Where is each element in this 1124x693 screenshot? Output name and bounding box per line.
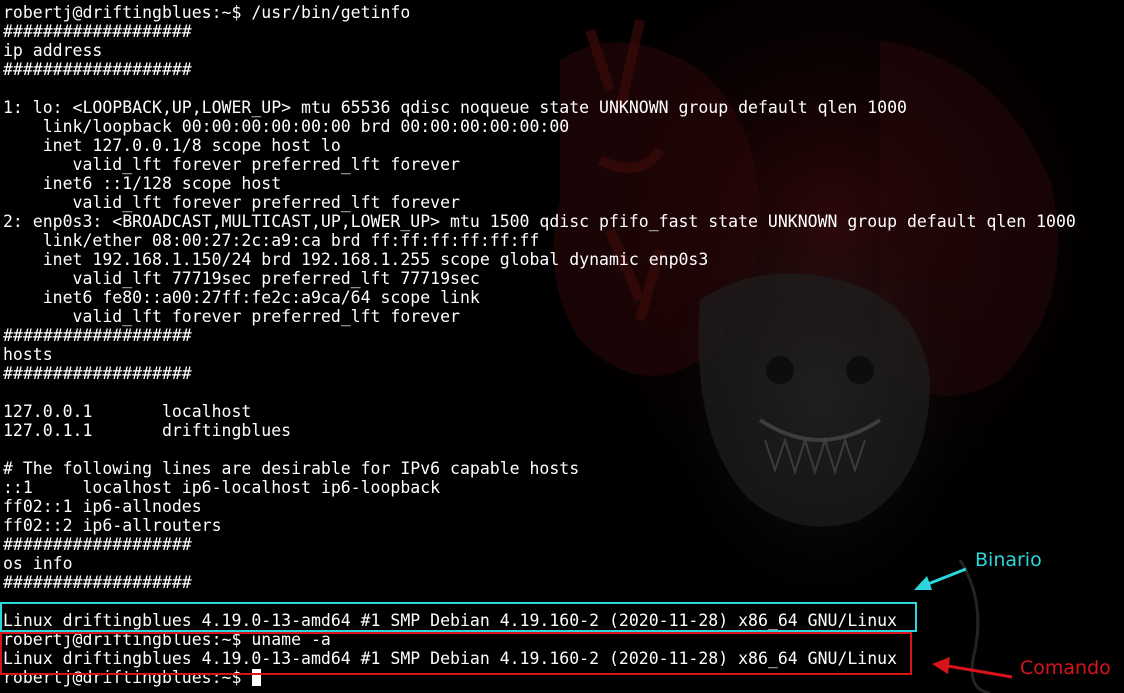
terminal-line-text: inet6 fe80::a00:27ff:fe2c:a9ca/64 scope … [3,288,480,307]
terminal-line-text: Linux driftingblues 4.19.0-13-amd64 #1 S… [3,611,898,630]
terminal-line-text: inet 127.0.0.1/8 scope host lo [3,136,341,155]
terminal-line: valid_lft forever preferred_lft forever [3,193,1076,212]
terminal-line: 2: enp0s3: <BROADCAST,MULTICAST,UP,LOWER… [3,212,1076,231]
terminal-line-text: ff02::2 ip6-allrouters [3,516,222,535]
terminal-line: ################### [3,573,1076,592]
terminal-line-text: os info [3,554,73,573]
terminal-line-text: ::1 localhost ip6-localhost ip6-loopback [3,478,441,497]
terminal-line: ################### [3,60,1076,79]
terminal-line: inet6 ::1/128 scope host [3,174,1076,193]
terminal-line: ff02::1 ip6-allnodes [3,497,1076,516]
terminal-line-text: ################### [3,22,192,41]
terminal-line: inet6 fe80::a00:27ff:fe2c:a9ca/64 scope … [3,288,1076,307]
terminal-line: link/loopback 00:00:00:00:00:00 brd 00:0… [3,117,1076,136]
terminal-line-text: ff02::1 ip6-allnodes [3,497,202,516]
terminal-line: 1: lo: <LOOPBACK,UP,LOWER_UP> mtu 65536 … [3,98,1076,117]
terminal-line-text: valid_lft 77719sec preferred_lft 77719se… [3,269,480,288]
terminal-line: inet 192.168.1.150/24 brd 192.168.1.255 … [3,250,1076,269]
terminal-line-text: # The following lines are desirable for … [3,459,580,478]
terminal-line: robertj@driftingblues:~$ /usr/bin/getinf… [3,3,1076,22]
terminal-line: robertj@driftingblues:~$ uname -a [3,630,1076,649]
terminal-line: os info [3,554,1076,573]
terminal-line-text: valid_lft forever preferred_lft forever [3,307,460,326]
terminal-line: Linux driftingblues 4.19.0-13-amd64 #1 S… [3,649,1076,668]
terminal-line: valid_lft forever preferred_lft forever [3,307,1076,326]
terminal-line: ################### [3,326,1076,345]
terminal-line: 127.0.0.1 localhost [3,402,1076,421]
terminal-line-text: 1: lo: <LOOPBACK,UP,LOWER_UP> mtu 65536 … [3,98,907,117]
terminal-line-text: 127.0.0.1 localhost [3,402,252,421]
terminal-line: valid_lft forever preferred_lft forever [3,155,1076,174]
terminal-line: ip address [3,41,1076,60]
terminal-line: link/ether 08:00:27:2c:a9:ca brd ff:ff:f… [3,231,1076,250]
terminal-line-text: 127.0.1.1 driftingblues [3,421,292,440]
terminal-line: # The following lines are desirable for … [3,459,1076,478]
terminal-line-text: ################### [3,326,192,345]
terminal-line-text: hosts [3,345,53,364]
terminal-line-text: ################### [3,364,192,383]
terminal-line: ff02::2 ip6-allrouters [3,516,1076,535]
terminal-line-text: robertj@driftingblues:~$ uname -a [3,630,331,649]
terminal-line-text: Linux driftingblues 4.19.0-13-amd64 #1 S… [3,649,898,668]
terminal-output: robertj@driftingblues:~$ /usr/bin/getinf… [3,3,1076,687]
binario-label: Binario [975,549,1042,571]
terminal-line: inet 127.0.0.1/8 scope host lo [3,136,1076,155]
terminal-line-text: valid_lft forever preferred_lft forever [3,155,460,174]
comando-label: Comando [1020,657,1111,679]
terminal-line-text: inet6 ::1/128 scope host [3,174,282,193]
terminal-line-text: robertj@driftingblues:~$ /usr/bin/getinf… [3,3,411,22]
terminal-line-text: link/loopback 00:00:00:00:00:00 brd 00:0… [3,117,570,136]
terminal-line: robertj@driftingblues:~$ [3,668,1076,687]
terminal-line: ################### [3,535,1076,554]
terminal-line: valid_lft 77719sec preferred_lft 77719se… [3,269,1076,288]
terminal-line-text: ################### [3,60,192,79]
terminal-line: ################### [3,364,1076,383]
terminal-line-text: robertj@driftingblues:~$ [3,668,252,687]
terminal-line: 127.0.1.1 driftingblues [3,421,1076,440]
terminal-line-text: ip address [3,41,103,60]
terminal-line: Linux driftingblues 4.19.0-13-amd64 #1 S… [3,611,1076,630]
terminal-line-text: valid_lft forever preferred_lft forever [3,193,460,212]
block-cursor-icon [252,669,262,686]
terminal-line-text: link/ether 08:00:27:2c:a9:ca brd ff:ff:f… [3,231,540,250]
terminal-line-text: inet 192.168.1.150/24 brd 192.168.1.255 … [3,250,709,269]
terminal-line-text: 2: enp0s3: <BROADCAST,MULTICAST,UP,LOWER… [3,212,1076,231]
terminal-line: ################### [3,22,1076,41]
terminal-line-text: ################### [3,573,192,592]
terminal-window[interactable]: robertj@driftingblues:~$ /usr/bin/getinf… [0,0,1124,693]
terminal-line: hosts [3,345,1076,364]
terminal-line-text: ################### [3,535,192,554]
terminal-line: ::1 localhost ip6-localhost ip6-loopback [3,478,1076,497]
